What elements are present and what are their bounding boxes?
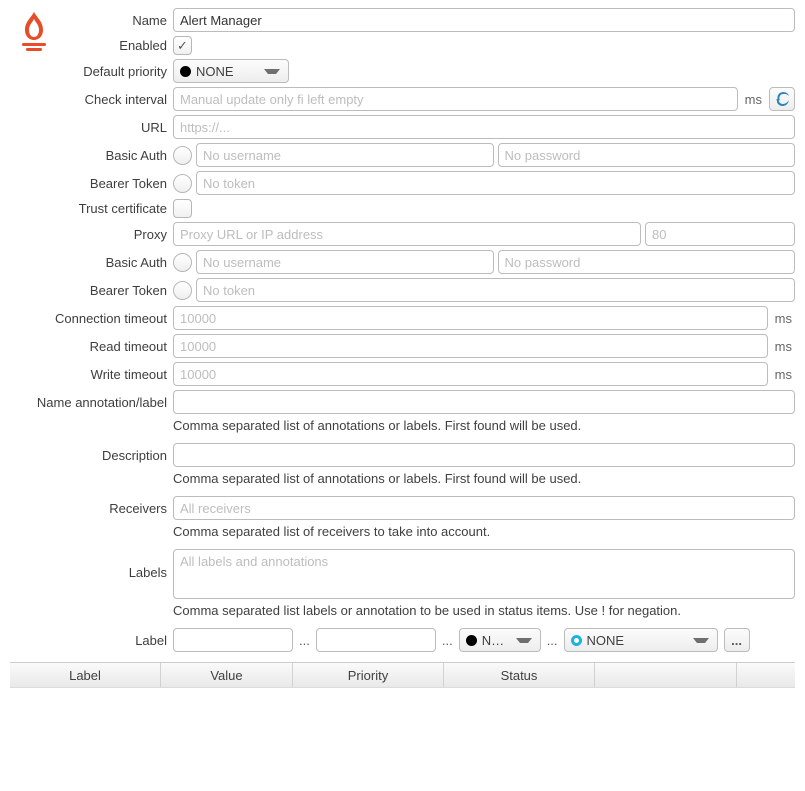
brand-logo: [16, 10, 52, 54]
label-filter-status-select[interactable]: NONE: [564, 628, 718, 652]
proxy-bearer-toggle[interactable]: [173, 281, 192, 300]
label-filter-more-button[interactable]: ...: [724, 628, 750, 652]
proxy-basic-auth-username-input[interactable]: [196, 250, 494, 274]
chevron-down-icon: [516, 638, 532, 643]
enabled-checkbox[interactable]: ✓: [173, 36, 192, 55]
conn-timeout-input[interactable]: [173, 306, 768, 330]
url-input[interactable]: [173, 115, 795, 139]
bearer-token-label: Bearer Token: [10, 176, 173, 191]
default-priority-label: Default priority: [10, 64, 173, 79]
labels-input[interactable]: [173, 549, 795, 599]
check-interval-label: Check interval: [10, 92, 173, 107]
write-timeout-unit: ms: [772, 367, 795, 382]
receivers-label: Receivers: [10, 501, 173, 516]
label-filter-value-input[interactable]: [316, 628, 436, 652]
status-dot-icon: [571, 635, 582, 646]
proxy-bearer-input[interactable]: [196, 278, 795, 302]
url-label: URL: [10, 120, 173, 135]
basic-auth-password-input[interactable]: [498, 143, 796, 167]
col-label[interactable]: Label: [10, 663, 161, 687]
description-input[interactable]: [173, 443, 795, 467]
basic-auth-username-input[interactable]: [196, 143, 494, 167]
label-filter-sep3: ...: [547, 633, 558, 648]
read-timeout-input[interactable]: [173, 334, 768, 358]
name-annotation-help: Comma separated list of annotations or l…: [173, 418, 795, 433]
trust-cert-checkbox[interactable]: [173, 199, 192, 218]
label-filter-key-input[interactable]: [173, 628, 293, 652]
labels-help: Comma separated list labels or annotatio…: [173, 603, 795, 618]
bearer-token-input[interactable]: [196, 171, 795, 195]
chevron-down-icon: [693, 638, 709, 643]
col-status[interactable]: Status: [444, 663, 595, 687]
read-timeout-unit: ms: [772, 339, 795, 354]
label-filter-priority-select[interactable]: N…: [459, 628, 541, 652]
check-interval-input[interactable]: [173, 87, 738, 111]
col-priority[interactable]: Priority: [293, 663, 444, 687]
write-timeout-input[interactable]: [173, 362, 768, 386]
read-timeout-label: Read timeout: [10, 339, 173, 354]
receivers-help: Comma separated list of receivers to tak…: [173, 524, 795, 539]
labels-label: Labels: [10, 549, 173, 580]
basic-auth-toggle[interactable]: [173, 146, 192, 165]
proxy-port-input[interactable]: [645, 222, 795, 246]
label-filter-sep2: ...: [442, 633, 453, 648]
checkmark-icon: ✓: [177, 38, 188, 54]
basic-auth-label: Basic Auth: [10, 148, 173, 163]
check-interval-unit: ms: [742, 92, 765, 107]
description-label: Description: [10, 448, 173, 463]
name-input[interactable]: [173, 8, 795, 32]
description-help: Comma separated list of annotations or l…: [173, 471, 795, 486]
bearer-token-toggle[interactable]: [173, 174, 192, 193]
name-annotation-input[interactable]: [173, 390, 795, 414]
refresh-button[interactable]: [769, 87, 795, 111]
chevron-down-icon: [264, 69, 280, 74]
col-empty2: [737, 663, 795, 687]
label-filter-label: Label: [10, 633, 173, 648]
default-priority-select[interactable]: NONE: [173, 59, 289, 83]
name-annotation-label: Name annotation/label: [10, 395, 173, 410]
col-empty1: [595, 663, 737, 687]
label-filter-sep1: ...: [299, 633, 310, 648]
priority-dot-icon: [180, 66, 191, 77]
proxy-basic-auth-password-input[interactable]: [498, 250, 796, 274]
col-value[interactable]: Value: [161, 663, 293, 687]
proxy-bearer-label: Bearer Token: [10, 283, 173, 298]
refresh-icon: [775, 92, 789, 106]
receivers-input[interactable]: [173, 496, 795, 520]
write-timeout-label: Write timeout: [10, 367, 173, 382]
trust-cert-label: Trust certificate: [10, 201, 173, 216]
filters-table-header: Label Value Priority Status: [10, 662, 795, 688]
proxy-url-input[interactable]: [173, 222, 641, 246]
priority-dot-icon: [466, 635, 477, 646]
proxy-basic-auth-label: Basic Auth: [10, 255, 173, 270]
proxy-basic-auth-toggle[interactable]: [173, 253, 192, 272]
conn-timeout-unit: ms: [772, 311, 795, 326]
proxy-label: Proxy: [10, 227, 173, 242]
ellipsis-icon: ...: [731, 633, 742, 648]
conn-timeout-label: Connection timeout: [10, 311, 173, 326]
